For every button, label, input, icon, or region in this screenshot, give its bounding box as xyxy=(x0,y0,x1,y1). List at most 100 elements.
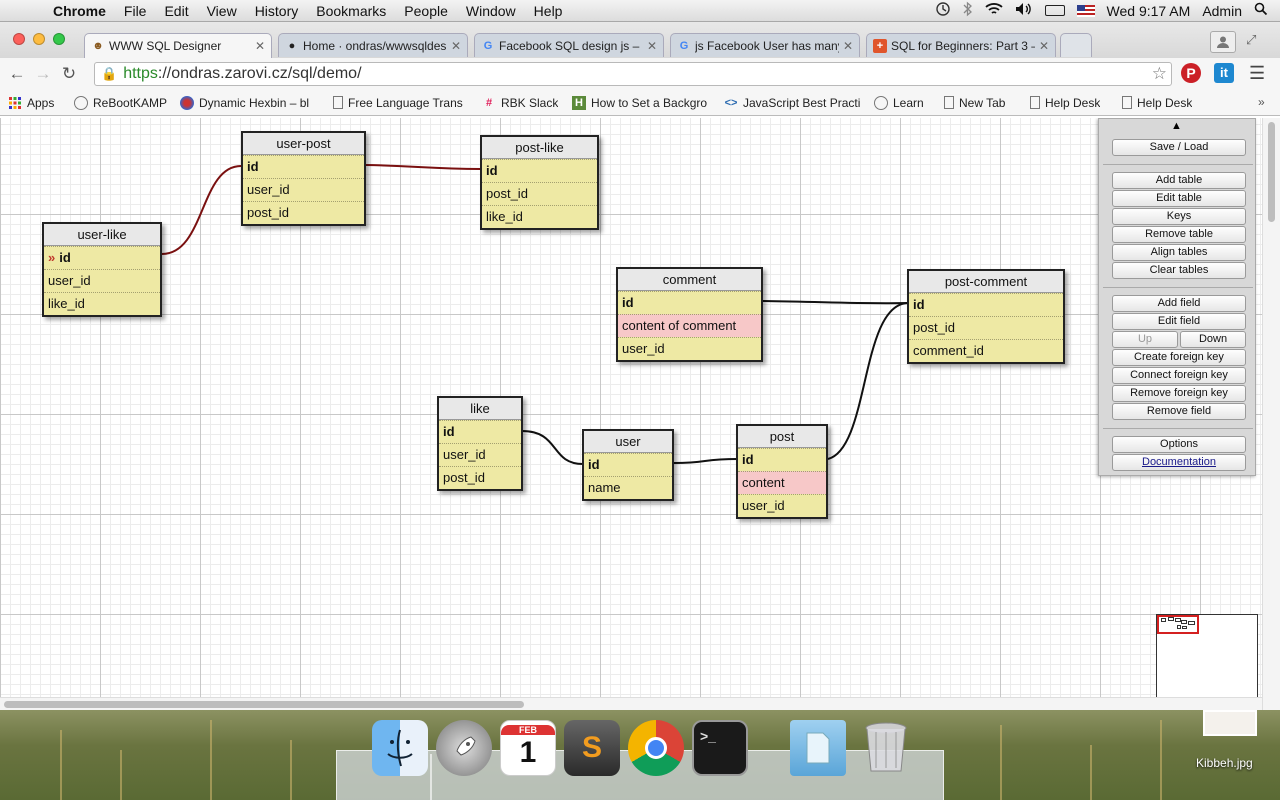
table-field[interactable]: like_id xyxy=(482,205,597,228)
menu-chrome[interactable]: Chrome xyxy=(44,3,115,19)
terminal-icon[interactable]: >_ xyxy=(692,720,748,776)
save-load-button[interactable]: Save / Load xyxy=(1112,139,1246,156)
table-field[interactable]: user_id xyxy=(44,269,160,292)
battery-icon[interactable] xyxy=(1044,5,1065,16)
table-user[interactable]: user id name xyxy=(582,429,674,501)
menu-bookmarks[interactable]: Bookmarks xyxy=(307,3,395,19)
desktop-file-label[interactable]: Kibbeh.jpg xyxy=(1196,756,1253,770)
tab-www-sql-designer[interactable]: ☻ WWW SQL Designer ✕ xyxy=(84,33,272,58)
options-button[interactable]: Options xyxy=(1112,436,1246,453)
table-title[interactable]: post xyxy=(738,426,826,448)
table-post-comment[interactable]: post-comment id post_id comment_id xyxy=(907,269,1065,364)
tab-facebook-sql-design[interactable]: G Facebook SQL design js – c ✕ xyxy=(474,33,664,57)
table-title[interactable]: post-like xyxy=(482,137,597,159)
add-field-button[interactable]: Add field xyxy=(1112,295,1246,312)
reload-icon[interactable]: ↻ xyxy=(56,64,82,84)
bookmark-help-desk-1[interactable]: Help Desk xyxy=(1030,96,1110,110)
minimize-window-icon[interactable] xyxy=(33,33,45,45)
bookmark-rebootkamp[interactable]: ReBootKAMP xyxy=(74,95,174,110)
table-like[interactable]: like id user_id post_id xyxy=(437,396,523,491)
close-tab-icon[interactable]: ✕ xyxy=(451,39,461,53)
bookmark-star-icon[interactable]: ☆ xyxy=(1152,64,1167,84)
bookmark-rbk-slack[interactable]: # RBK Slack xyxy=(482,96,562,110)
bookmarks-overflow-icon[interactable]: » xyxy=(1258,95,1265,109)
relation-comment-to-post-comment[interactable] xyxy=(762,300,909,305)
bookmark-how-to-set-background[interactable]: H How to Set a Backgro xyxy=(572,95,712,110)
bookmark-javascript-best-practices[interactable]: <> JavaScript Best Practi xyxy=(724,96,860,110)
menu-clock[interactable]: Wed 9:17 AM xyxy=(1107,3,1191,19)
tab-sql-for-beginners[interactable]: + SQL for Beginners: Part 3 – ✕ xyxy=(866,33,1056,57)
profile-icon[interactable] xyxy=(1210,31,1236,53)
table-field[interactable]: post_id xyxy=(243,201,364,224)
table-field[interactable]: id xyxy=(618,291,761,314)
table-field[interactable]: content xyxy=(738,471,826,494)
table-field[interactable]: id xyxy=(738,448,826,471)
table-field[interactable]: id xyxy=(482,159,597,182)
menu-edit[interactable]: Edit xyxy=(155,3,197,19)
edit-field-button[interactable]: Edit field xyxy=(1112,313,1246,330)
chrome-menu-icon[interactable]: ☰ xyxy=(1249,63,1265,84)
table-post[interactable]: post id content user_id xyxy=(736,424,828,519)
relation-like-to-user[interactable] xyxy=(521,430,584,465)
menu-help[interactable]: Help xyxy=(525,3,572,19)
address-bar[interactable]: 🔒 https://ondras.zarovi.cz/sql/demo/ ☆ xyxy=(94,62,1172,86)
table-field[interactable]: post_id xyxy=(439,466,521,489)
minimap[interactable] xyxy=(1156,614,1258,710)
design-canvas[interactable]: user-post id user_id post_id post-like i… xyxy=(0,118,1280,710)
close-tab-icon[interactable]: ✕ xyxy=(255,39,265,53)
bookmark-help-desk-2[interactable]: Help Desk xyxy=(1122,96,1202,110)
move-field-down-button[interactable]: Down xyxy=(1180,331,1246,348)
table-title[interactable]: user-like xyxy=(44,224,160,246)
close-tab-icon[interactable]: ✕ xyxy=(1039,39,1049,53)
bookmark-dynamic-hexbin[interactable]: Dynamic Hexbin – bl xyxy=(180,95,320,110)
clear-tables-button[interactable]: Clear tables xyxy=(1112,262,1246,279)
instapaper-extension-icon[interactable]: it xyxy=(1214,63,1234,83)
remove-foreign-key-button[interactable]: Remove foreign key xyxy=(1112,385,1246,402)
table-field[interactable]: id xyxy=(909,293,1063,316)
tab-js-facebook-user[interactable]: G js Facebook User has many ✕ xyxy=(670,33,860,57)
finder-icon[interactable] xyxy=(372,720,428,776)
relation-user-like-to-user-post[interactable] xyxy=(161,165,242,255)
time-machine-icon[interactable] xyxy=(935,1,951,20)
panel-toggle-icon[interactable]: ▲ xyxy=(1171,120,1182,132)
table-field-selected[interactable]: » id xyxy=(44,246,160,269)
remove-table-button[interactable]: Remove table xyxy=(1112,226,1246,243)
table-field[interactable]: id xyxy=(243,155,364,178)
table-field[interactable]: user_id xyxy=(243,178,364,201)
table-title[interactable]: comment xyxy=(618,269,761,291)
bookmark-apps[interactable]: Apps xyxy=(8,96,68,110)
table-title[interactable]: post-comment xyxy=(909,271,1063,293)
scrollbar-thumb[interactable] xyxy=(4,701,524,708)
table-field[interactable]: id xyxy=(584,453,672,476)
tab-github-wwwsqldesigner[interactable]: ● Home · ondras/wwwsqldes ✕ xyxy=(278,33,468,57)
table-title[interactable]: user xyxy=(584,431,672,453)
relation-user-post-to-post-like[interactable] xyxy=(365,164,482,170)
horizontal-scrollbar[interactable] xyxy=(0,697,1262,710)
remove-field-button[interactable]: Remove field xyxy=(1112,403,1246,420)
bookmark-free-language-trans[interactable]: Free Language Trans xyxy=(333,96,468,110)
table-title[interactable]: like xyxy=(439,398,521,420)
table-field[interactable]: user_id xyxy=(439,443,521,466)
documents-folder-icon[interactable] xyxy=(790,720,846,776)
volume-icon[interactable] xyxy=(1015,2,1033,19)
edit-table-button[interactable]: Edit table xyxy=(1112,190,1246,207)
table-field[interactable]: content of comment xyxy=(618,314,761,337)
menu-user[interactable]: Admin xyxy=(1202,3,1242,19)
table-comment[interactable]: comment id content of comment user_id xyxy=(616,267,763,362)
menu-view[interactable]: View xyxy=(198,3,246,19)
table-field[interactable]: user_id xyxy=(738,494,826,517)
menu-file[interactable]: File xyxy=(115,3,156,19)
table-field[interactable]: post_id xyxy=(482,182,597,205)
close-tab-icon[interactable]: ✕ xyxy=(843,39,853,53)
menu-history[interactable]: History xyxy=(246,3,308,19)
connect-foreign-key-button[interactable]: Connect foreign key xyxy=(1112,367,1246,384)
menu-people[interactable]: People xyxy=(395,3,457,19)
add-table-button[interactable]: Add table xyxy=(1112,172,1246,189)
sublime-text-icon[interactable]: S xyxy=(564,720,620,776)
forward-arrow-icon[interactable]: → xyxy=(30,64,56,84)
table-user-like[interactable]: user-like » id user_id like_id xyxy=(42,222,162,317)
table-title[interactable]: user-post xyxy=(243,133,364,155)
scrollbar-thumb[interactable] xyxy=(1268,122,1275,222)
trash-icon[interactable] xyxy=(858,720,914,776)
fullscreen-icon[interactable]: ⤢ xyxy=(1246,32,1256,48)
